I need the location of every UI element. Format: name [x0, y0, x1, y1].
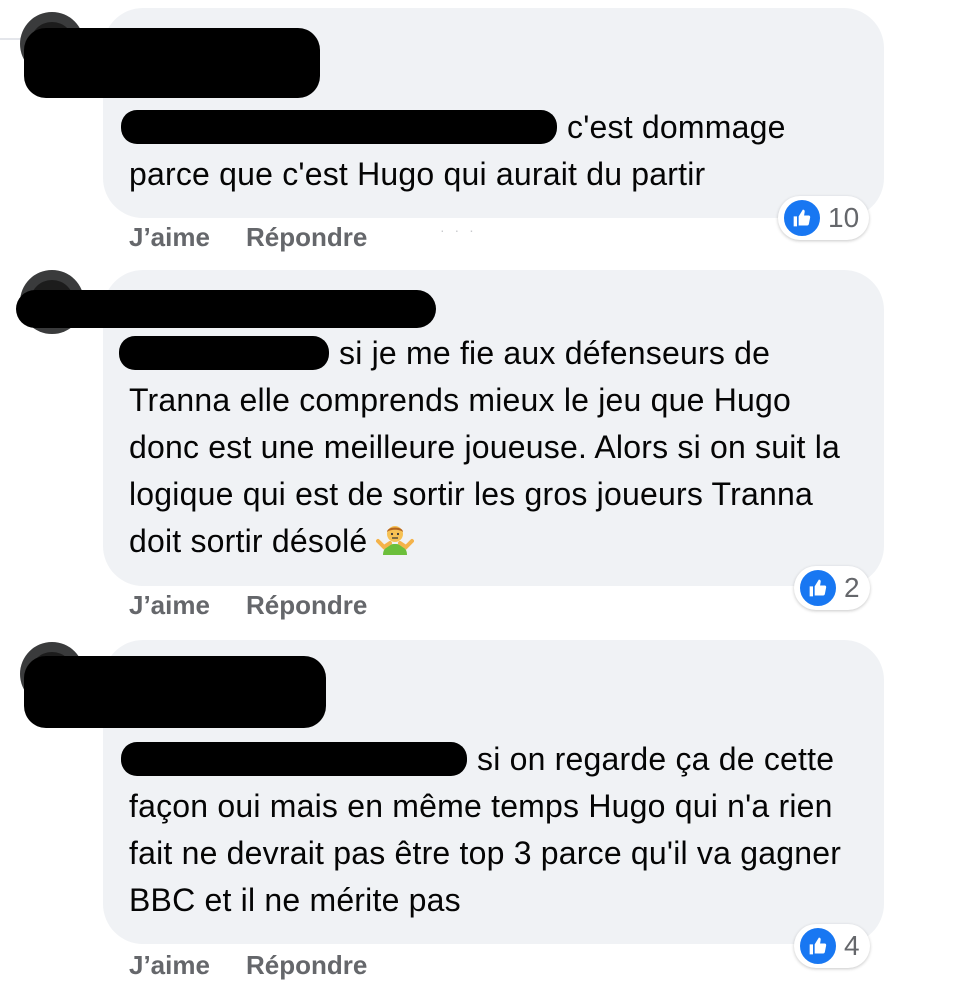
comment-text: si je me fie aux défenseurs de Tranna el… — [119, 330, 854, 565]
like-thumbs-up-icon — [782, 198, 822, 238]
comment-actions: J’aime Répondre — [129, 222, 403, 253]
redacted-mention — [119, 335, 329, 370]
reaction-summary[interactable]: 2 — [794, 566, 870, 610]
person-shrugging-emoji — [376, 521, 415, 559]
redacted-mention — [121, 109, 557, 144]
redacted-mention — [121, 741, 467, 776]
like-thumbs-up-icon — [798, 568, 838, 608]
redacted-author-name — [16, 290, 436, 328]
comment-text: si on regarde ça de cette façon oui mais… — [121, 736, 854, 924]
reaction-summary[interactable]: 4 — [794, 924, 870, 968]
like-thumbs-up-icon — [798, 926, 838, 966]
reaction-count: 10 — [828, 202, 860, 233]
comment-actions: J’aime Répondre — [129, 950, 403, 981]
reaction-count: 2 — [844, 572, 860, 603]
reply-action-link[interactable]: Répondre — [246, 222, 367, 253]
comment-text: c'est dommage parce que c'est Hugo qui a… — [121, 104, 854, 198]
reply-action-link[interactable]: Répondre — [246, 950, 367, 981]
redacted-author-name — [24, 656, 326, 728]
redacted-author-name — [24, 28, 320, 98]
faint-timestamp: · · · — [440, 222, 477, 238]
reaction-count: 4 — [844, 930, 860, 961]
like-action-link[interactable]: J’aime — [129, 590, 210, 621]
comment-actions: J’aime Répondre — [129, 590, 403, 621]
reply-action-link[interactable]: Répondre — [246, 590, 367, 621]
reaction-summary[interactable]: 10 — [778, 196, 870, 240]
like-action-link[interactable]: J’aime — [129, 950, 210, 981]
like-action-link[interactable]: J’aime — [129, 222, 210, 253]
